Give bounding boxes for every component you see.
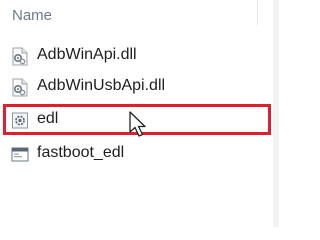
column-header[interactable]: Name	[0, 0, 279, 30]
file-list-panel: Name AdbWinApi.dll AdbWinUsbApi.dll edl …	[0, 0, 279, 227]
file-name[interactable]: AdbWinApi.dll	[37, 46, 137, 64]
file-row-adbwinapi[interactable]: AdbWinApi.dll	[6, 43, 268, 70]
mouse-cursor-icon	[128, 111, 150, 139]
column-divider[interactable]	[257, 0, 258, 26]
file-name[interactable]: AdbWinUsbApi.dll	[37, 77, 165, 95]
dll-gear-file-icon	[11, 47, 29, 66]
application-window-icon	[11, 145, 29, 164]
dll-gear-file-icon	[11, 78, 29, 97]
name-column-header[interactable]: Name	[12, 7, 52, 24]
scrollbar-track[interactable]	[273, 0, 279, 227]
file-name[interactable]: fastboot_edl	[37, 144, 124, 162]
file-row-adbwinusbapi[interactable]: AdbWinUsbApi.dll	[6, 74, 268, 101]
file-row-fastboot-edl[interactable]: fastboot_edl	[6, 141, 268, 168]
